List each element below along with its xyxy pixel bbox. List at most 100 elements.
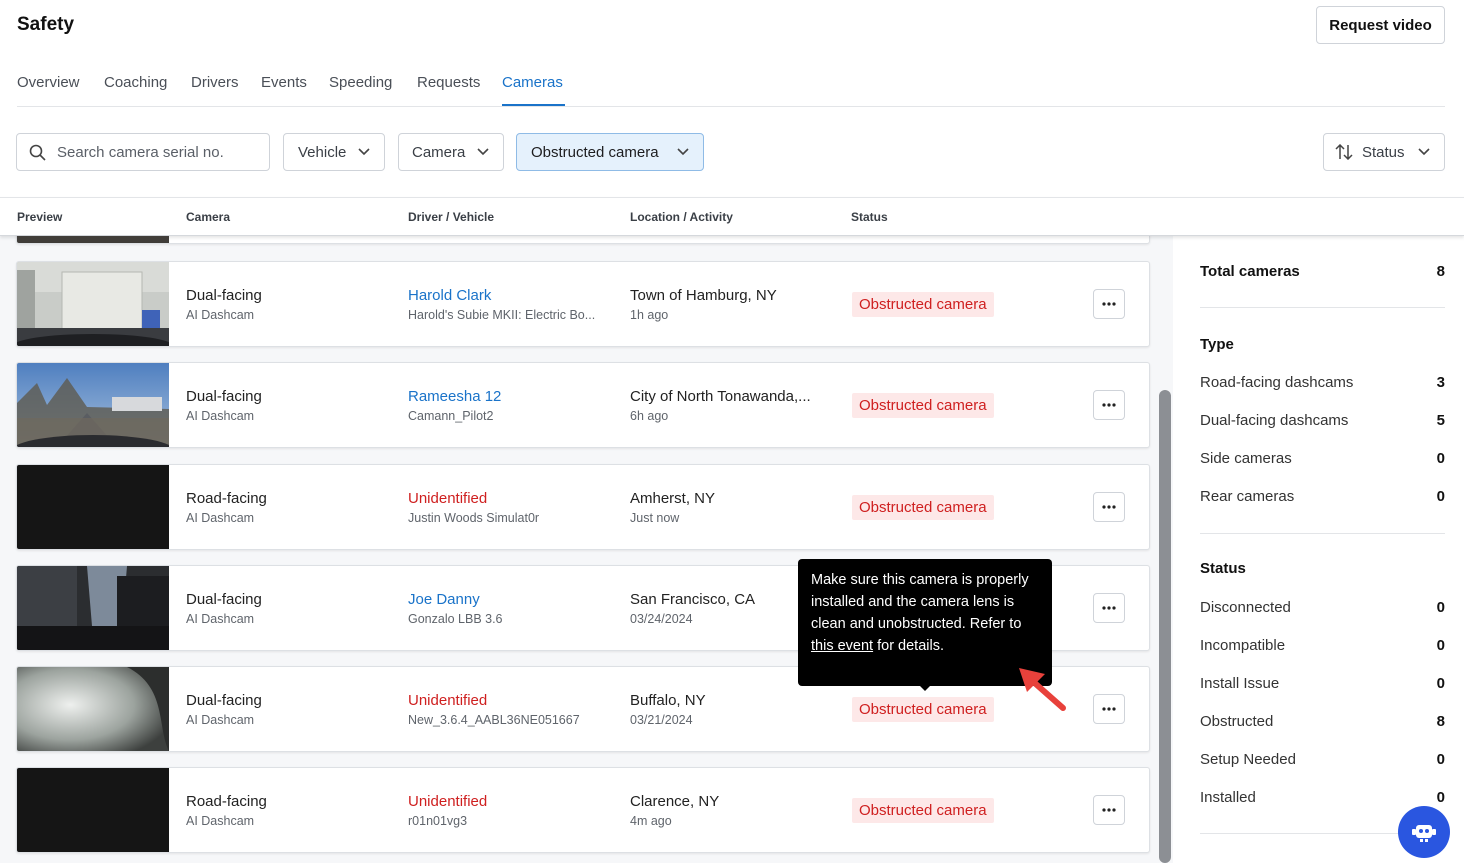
type-rear-count: 0 [1436,488,1445,505]
camera-filter[interactable]: Camera [398,133,504,171]
activity-time: 6h ago [630,409,669,423]
tab-events[interactable]: Events [261,74,307,91]
more-actions-button[interactable] [1093,289,1125,319]
status-badge[interactable]: Obstructed camera [852,798,994,823]
type-dual-facing-count: 5 [1436,412,1445,429]
driver-link[interactable]: Harold Clark [408,287,491,304]
chevron-down-icon [677,148,689,156]
tooltip-pointer [919,685,931,691]
status-disconnected[interactable]: Disconnected [1200,599,1291,616]
camera-filter-label: Camera [412,143,466,161]
status-badge[interactable]: Obstructed camera [852,697,994,722]
more-actions-button[interactable] [1093,795,1125,825]
divider [1200,307,1445,308]
camera-type: Dual-facing [186,692,262,709]
more-actions-button[interactable] [1093,694,1125,724]
location: Buffalo, NY [630,692,706,709]
obstructed-camera-filter[interactable]: Obstructed camera [516,133,704,171]
driver-unidentified[interactable]: Unidentified [408,692,487,709]
table-row[interactable]: Road-facing AI Dashcam Unidentified r01n… [16,767,1150,853]
more-icon [1102,808,1116,812]
more-icon [1102,302,1116,306]
status-badge[interactable]: Obstructed camera [852,292,994,317]
camera-type: Road-facing [186,793,267,810]
camera-preview-image[interactable] [17,768,169,852]
status-setup-needed[interactable]: Setup Needed [1200,751,1296,768]
type-road-facing[interactable]: Road-facing dashcams [1200,374,1353,391]
camera-model: AI Dashcam [186,713,255,727]
driver-link[interactable]: Rameesha 12 [408,388,501,405]
table-row[interactable] [16,236,1150,244]
driver-unidentified[interactable]: Unidentified [408,490,487,507]
table-row[interactable]: Dual-facing AI Dashcam Rameesha 12 Caman… [16,362,1150,448]
type-dual-facing[interactable]: Dual-facing dashcams [1200,412,1348,429]
column-preview[interactable]: Preview [17,210,62,224]
column-driver-vehicle[interactable]: Driver / Vehicle [408,210,494,224]
camera-preview-image[interactable] [17,465,169,549]
tab-overview[interactable]: Overview [17,74,80,91]
camera-preview-image[interactable] [17,363,169,447]
column-status[interactable]: Status [851,210,888,224]
tab-cameras[interactable]: Cameras [502,74,563,91]
tooltip-text: Make sure this camera is properly instal… [811,572,1029,632]
camera-model: AI Dashcam [186,612,255,626]
vehicle-name: Harold's Subie MKII: Electric Bo... [408,308,596,322]
camera-preview-image[interactable] [17,236,169,243]
chevron-down-icon [477,148,489,156]
search-input[interactable]: Search camera serial no. [16,133,270,171]
column-camera[interactable]: Camera [186,210,230,224]
tab-speeding[interactable]: Speeding [329,74,392,91]
vehicle-filter[interactable]: Vehicle [283,133,385,171]
driver-link[interactable]: Joe Danny [408,591,480,608]
type-road-facing-count: 3 [1436,374,1445,391]
status-heading: Status [1200,560,1246,577]
sort-arrows-icon [1335,144,1353,160]
vehicle-name: Justin Woods Simulat0r [408,511,540,525]
camera-preview-image[interactable] [17,667,169,751]
table-row[interactable]: Dual-facing AI Dashcam Harold Clark Haro… [16,261,1150,347]
status-badge[interactable]: Obstructed camera [852,393,994,418]
camera-preview-image[interactable] [17,566,169,650]
type-side[interactable]: Side cameras [1200,450,1292,467]
camera-preview-image[interactable] [17,262,169,346]
status-incompatible[interactable]: Incompatible [1200,637,1285,654]
camera-model: AI Dashcam [186,308,255,322]
chat-bot-button[interactable] [1398,806,1450,858]
request-video-button[interactable]: Request video [1316,6,1445,44]
status-badge[interactable]: Obstructed camera [852,495,994,520]
tab-requests[interactable]: Requests [417,74,480,91]
status-installed[interactable]: Installed [1200,789,1256,806]
table-header: Preview Camera Driver / Vehicle Location… [0,197,1464,236]
status-install-issue[interactable]: Install Issue [1200,675,1279,692]
more-actions-button[interactable] [1093,492,1125,522]
status-obstructed[interactable]: Obstructed [1200,713,1273,730]
vehicle-name: Gonzalo LBB 3.6 [408,612,503,626]
chat-bot-icon [1412,825,1436,842]
more-actions-button[interactable] [1093,593,1125,623]
more-icon [1102,403,1116,407]
search-placeholder: Search camera serial no. [57,143,224,161]
type-rear[interactable]: Rear cameras [1200,488,1294,505]
scrollbar-thumb[interactable] [1159,390,1171,863]
tab-drivers[interactable]: Drivers [191,74,239,91]
column-location-activity[interactable]: Location / Activity [630,210,733,224]
location: Amherst, NY [630,490,716,507]
safety-page: Safety Request video Overview Coaching D… [0,0,1464,863]
camera-model: AI Dashcam [186,511,255,525]
tooltip-text-end: for details. [873,638,944,654]
sort-status-button[interactable]: Status [1323,133,1445,171]
more-actions-button[interactable] [1093,390,1125,420]
sort-label: Status [1362,143,1405,161]
camera-model: AI Dashcam [186,409,255,423]
driver-unidentified[interactable]: Unidentified [408,793,487,810]
tooltip-event-link[interactable]: this event [811,638,873,654]
tab-coaching[interactable]: Coaching [104,74,167,91]
activity-time: 03/21/2024 [630,713,693,727]
more-icon [1102,707,1116,711]
page-title: Safety [17,14,75,35]
status-setup-needed-count: 0 [1436,751,1445,768]
tab-bar: Overview Coaching Drivers Events Speedin… [17,58,1445,107]
activity-time: Just now [630,511,680,525]
divider [1200,533,1445,534]
table-row[interactable]: Road-facing AI Dashcam Unidentified Just… [16,464,1150,550]
